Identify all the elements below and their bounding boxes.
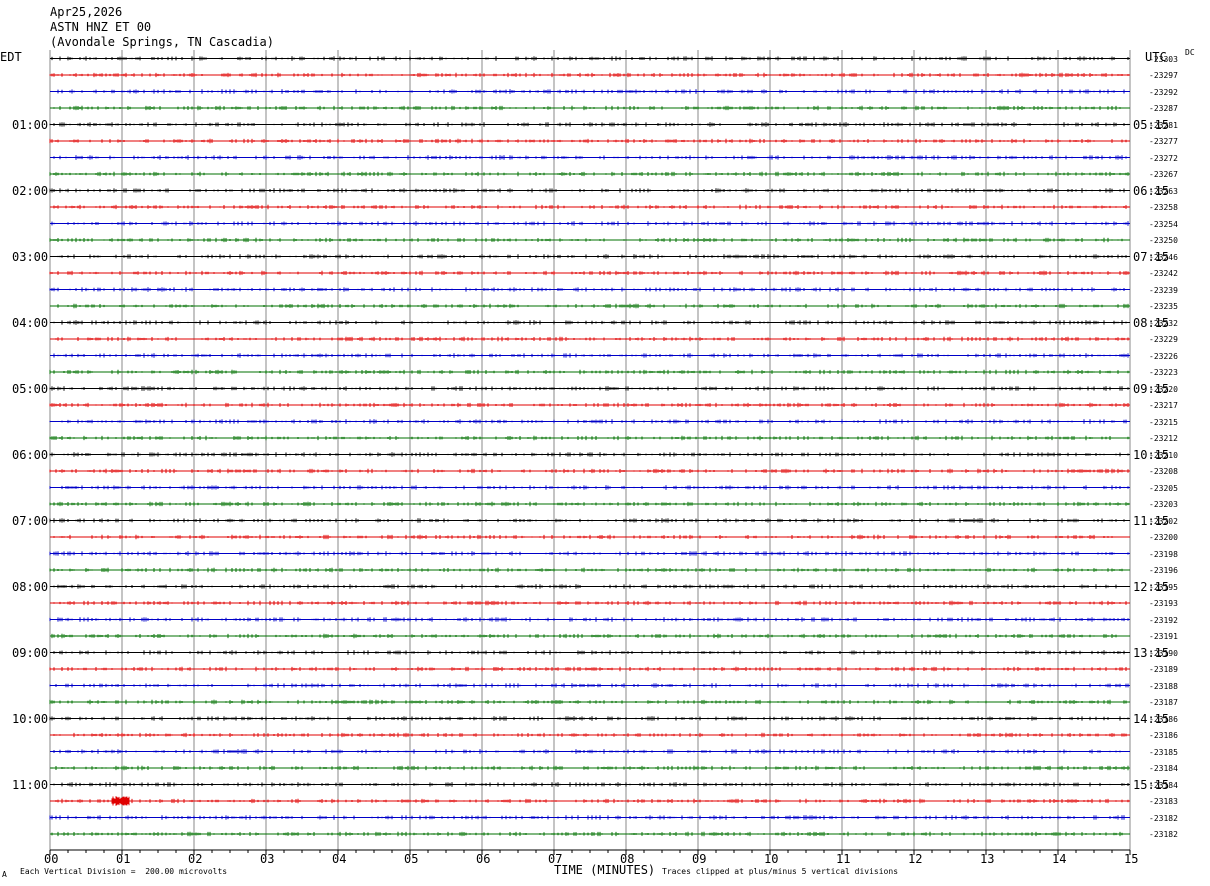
dc-offset-label: -23229	[1149, 335, 1178, 344]
dc-offset-label: -23217	[1149, 401, 1178, 410]
x-tick-label: 12	[908, 852, 923, 866]
dc-offset-label: -23303	[1149, 54, 1178, 64]
right-hour-label: 07:15	[1133, 249, 1170, 264]
right-hour-label: 13:15	[1133, 645, 1170, 660]
dc-offset-label: -23235	[1149, 302, 1178, 311]
dc-offset-label: -23239	[1149, 285, 1178, 295]
dc-offset-label: -23189	[1149, 665, 1178, 674]
x-tick-label: 09	[692, 852, 707, 866]
header-date: Apr25,2026	[50, 5, 123, 19]
left-hour-label: 04:00	[12, 315, 49, 330]
dc-offset-label: -23250	[1149, 236, 1178, 245]
dc-offset-label: -23182	[1149, 830, 1178, 839]
dc-offset-label: -23192	[1149, 615, 1178, 625]
left-timezone-label: EDT	[0, 50, 22, 64]
dc-offset-label: -23215	[1149, 417, 1178, 427]
dc-offset-label: -23292	[1149, 87, 1178, 97]
dc-offset-label: -23188	[1149, 681, 1178, 691]
dc-offset-label: -23185	[1149, 747, 1178, 757]
left-hour-label: 02:00	[12, 183, 49, 198]
minute-gridlines	[49, 50, 1131, 850]
dc-offset-label: -23254	[1149, 219, 1178, 229]
header-location: (Avondale Springs, TN Cascadia)	[50, 35, 274, 49]
left-hour-label: 09:00	[12, 645, 49, 660]
right-hour-label: 09:15	[1133, 381, 1170, 396]
right-hour-label: 12:15	[1133, 579, 1170, 594]
x-tick-label: 11	[836, 852, 851, 866]
dc-offset-label: -23297	[1149, 71, 1178, 80]
left-hour-label: 03:00	[12, 249, 49, 264]
dc-offset-label: -23200	[1149, 533, 1178, 542]
dc-offset-label: -23205	[1149, 483, 1178, 493]
dc-offset-label: -23208	[1149, 467, 1178, 476]
x-tick-label: 06	[476, 852, 491, 866]
dc-offset-label: -23226	[1149, 351, 1178, 361]
dc-offset-label: -23277	[1149, 137, 1178, 146]
dc-offset-label: -23196	[1149, 566, 1178, 575]
x-tick-label: 01	[116, 852, 131, 866]
dc-offset-label: -23272	[1149, 153, 1178, 163]
dc-offset-label: -23187	[1149, 698, 1178, 707]
x-tick-label: 04	[332, 852, 347, 866]
right-hour-label: 05:15	[1133, 117, 1170, 132]
dc-offset-label: -23242	[1149, 269, 1178, 278]
left-hour-label: 06:00	[12, 447, 49, 462]
clipping-note: Traces clipped at plus/minus 5 vertical …	[662, 867, 899, 876]
left-hour-label: 10:00	[12, 711, 49, 726]
seismic-traces	[49, 56, 1130, 837]
dc-offset-label: -23186	[1149, 731, 1178, 740]
dc-offset-label: -23258	[1149, 203, 1178, 212]
right-hour-label: 10:15	[1133, 447, 1170, 462]
x-tick-label: 05	[404, 852, 419, 866]
vertical-division-note: Each Vertical Division = 200.00 microvol…	[20, 867, 228, 876]
x-axis-title: TIME (MINUTES)	[554, 863, 656, 877]
header-station: ASTN HNZ ET 00	[50, 20, 152, 34]
dc-offset-label: -23182	[1149, 813, 1178, 823]
right-hour-label: 08:15	[1133, 315, 1170, 330]
dc-offset-label: -23193	[1149, 599, 1178, 608]
corner-mark: A	[2, 870, 7, 879]
x-tick-label: 10	[764, 852, 779, 866]
dc-offset-label: -23191	[1149, 632, 1178, 641]
dc-offset-label: -23184	[1149, 764, 1178, 773]
x-tick-label: 14	[1052, 852, 1067, 866]
dc-offset-label: -23267	[1149, 170, 1178, 179]
left-hour-label: 01:00	[12, 117, 49, 132]
seismogram-plot	[49, 50, 1131, 855]
dc-offset-label: -23203	[1149, 500, 1178, 509]
dc-offset-label: -23198	[1149, 549, 1178, 559]
x-tick-label: 03	[260, 852, 275, 866]
right-hour-label: 06:15	[1133, 183, 1170, 198]
left-hour-label: 08:00	[12, 579, 49, 594]
left-hour-label: 05:00	[12, 381, 49, 396]
dc-label: DC	[1185, 48, 1195, 57]
x-tick-label: 02	[188, 852, 203, 866]
dc-offset-label: -23183	[1149, 797, 1178, 806]
dc-offset-label: -23223	[1149, 368, 1178, 377]
x-tick-label: 00	[44, 852, 59, 866]
dc-offset-label: -23287	[1149, 104, 1178, 113]
left-hour-label: 11:00	[12, 777, 49, 792]
right-hour-label: 15:15	[1133, 777, 1170, 792]
x-tick-label: 13	[980, 852, 995, 866]
right-hour-label: 11:15	[1133, 513, 1170, 528]
left-hour-label: 07:00	[12, 513, 49, 528]
dc-offset-label: -23212	[1149, 434, 1178, 443]
x-tick-label: 15	[1124, 852, 1139, 866]
right-hour-label: 14:15	[1133, 711, 1170, 726]
x-axis-ticks	[49, 849, 1131, 855]
